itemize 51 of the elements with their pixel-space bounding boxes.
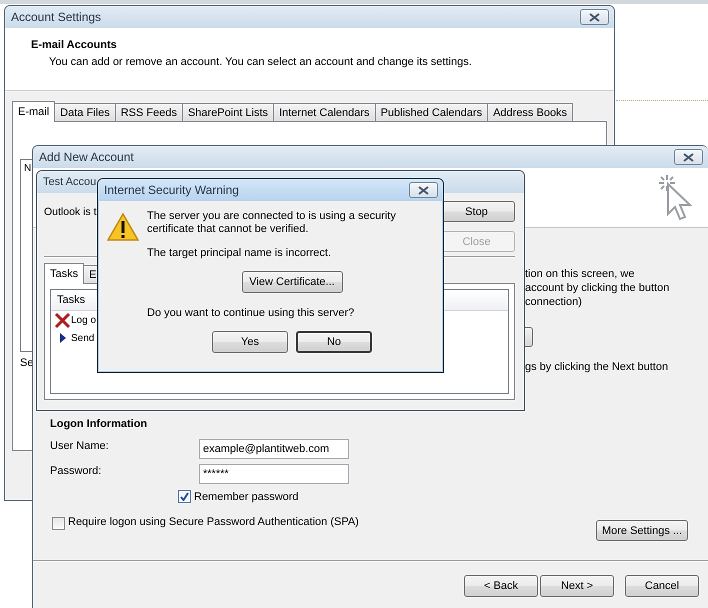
description-text: You can add or remove an account. You can select an account and change its settings.: [49, 55, 473, 69]
description-text: tion on this screen, we: [525, 267, 636, 281]
warning-icon: [107, 212, 139, 242]
tab[interactable]: Tasks: [44, 263, 84, 284]
tab[interactable]: Address Books: [487, 103, 574, 121]
cursor-icon: [658, 174, 694, 222]
close-button[interactable]: [580, 9, 609, 25]
tab[interactable]: Published Calendars: [374, 103, 488, 121]
description-text: account by clicking the button: [525, 281, 670, 295]
checkmark-icon: [180, 492, 189, 501]
message-text: The server you are connected to is using a security certificate that cannot be verified.: [147, 210, 397, 236]
wizard-button[interactable]: Cancel: [625, 575, 699, 597]
triangle-icon: [58, 333, 66, 343]
checkbox-label: Require logon using Secure Password Authentication (SPA): [68, 516, 359, 528]
tab[interactable]: SharePoint Lists: [182, 103, 274, 121]
description-text: gs by clicking the Next button: [525, 360, 668, 374]
close-button[interactable]: [674, 149, 703, 165]
view-certificate-button[interactable]: View Certificate...: [242, 271, 342, 293]
input-field[interactable]: ******: [199, 464, 349, 484]
window-title: Internet Security Warning: [104, 183, 239, 197]
status-text: Outlook is t: [44, 205, 97, 218]
window-title: Add New Account: [39, 150, 134, 164]
close-button[interactable]: [409, 182, 438, 198]
message-text: The target principal name is incorrect.: [147, 247, 332, 259]
button[interactable]: Yes: [212, 331, 288, 353]
description-text: connection): [525, 295, 583, 309]
tab[interactable]: Data Files: [54, 103, 116, 121]
wizard-button[interactable]: < Back: [464, 575, 538, 597]
section-heading: Logon Information: [50, 417, 148, 431]
cross-icon: [54, 312, 71, 328]
task-text: Log o: [71, 314, 96, 326]
close-icon: [418, 186, 429, 194]
window-title: Test Accou: [43, 176, 96, 188]
button[interactable]: No: [296, 331, 372, 353]
field-label: Password:: [50, 464, 102, 479]
tab[interactable]: E-mail: [12, 101, 56, 122]
field-label: User Name:: [50, 439, 110, 454]
close-icon: [683, 152, 694, 162]
checkbox[interactable]: [178, 490, 191, 503]
task-text: Send: [71, 332, 94, 344]
column-header: N: [23, 162, 32, 176]
tab[interactable]: RSS Feeds: [114, 103, 183, 121]
input-field[interactable]: example@plantitweb.com: [199, 439, 349, 459]
tab[interactable]: Internet Calendars: [273, 103, 376, 121]
section-heading: E-mail Accounts: [31, 38, 118, 52]
close-icon: [589, 12, 600, 22]
checkbox[interactable]: [52, 517, 65, 530]
wizard-button[interactable]: Next >: [540, 575, 614, 597]
window-title: Account Settings: [11, 10, 102, 24]
more-settings-button[interactable]: More Settings ...: [596, 520, 688, 541]
checkbox-label: Remember password: [194, 490, 299, 502]
